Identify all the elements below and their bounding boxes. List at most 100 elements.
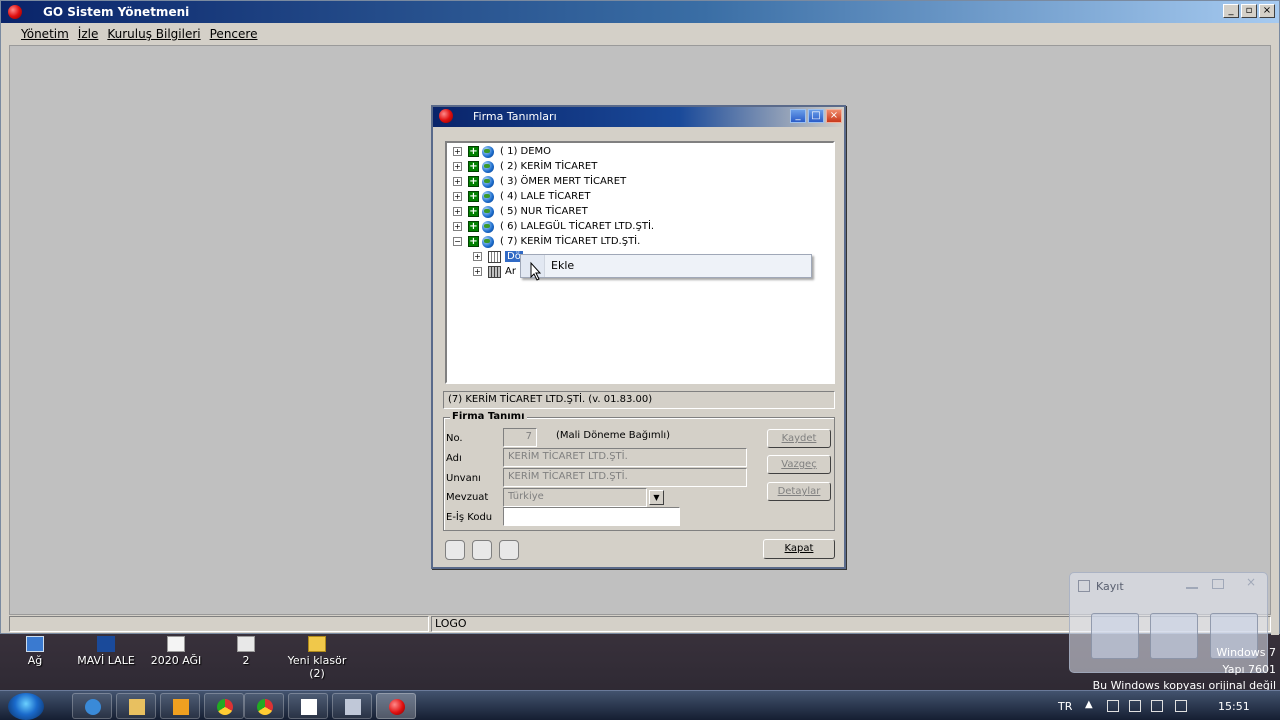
add-icon: + (468, 176, 479, 187)
desktop-icon-2[interactable]: 2 (211, 636, 281, 667)
globe-icon (482, 235, 494, 248)
tree-item-company[interactable]: + + ( 4) LALE TİCARET (453, 189, 591, 204)
restore-icon[interactable]: ▫ (1241, 4, 1257, 18)
detaylar-button[interactable]: Detaylar (767, 482, 831, 501)
eis-kodu-field[interactable] (503, 507, 680, 526)
tree-subitem-label: Ar (505, 266, 516, 277)
stop-button[interactable] (1091, 613, 1139, 659)
tree-item-company[interactable]: + + ( 3) ÖMER MERT TİCARET (453, 174, 626, 189)
globe-icon (482, 205, 494, 218)
close-icon[interactable]: × (826, 109, 842, 123)
network-icon (26, 636, 44, 652)
language-indicator[interactable]: TR (1058, 700, 1072, 713)
desktop-icon-label: MAVİ LALE (77, 654, 135, 667)
menu-izle[interactable]: İzle (78, 25, 99, 43)
minimize-icon[interactable]: _ (1223, 4, 1239, 18)
expand-icon[interactable]: + (453, 192, 462, 201)
taskbar-tools-button[interactable] (332, 693, 372, 719)
expand-icon[interactable]: + (453, 147, 462, 156)
firma-tanimi-group: Firma Tanımı No. 7 (Mali Döneme Bağımlı)… (443, 411, 835, 531)
chrome-icon (257, 699, 273, 715)
tree-item-company[interactable]: + + ( 6) LALEGÜL TİCARET LTD.ŞTİ. (453, 219, 654, 234)
logo-app-icon (389, 699, 405, 715)
start-button[interactable] (8, 693, 44, 720)
internet-explorer-icon (85, 699, 101, 715)
taskbar-chrome-button[interactable] (204, 693, 244, 719)
open-document-icon[interactable] (472, 540, 492, 560)
app-shortcut-icon (97, 636, 115, 652)
desktop-icon-label: 2020 AĞI (150, 654, 202, 667)
tree-item-company[interactable]: − + ( 7) KERİM TİCARET LTD.ŞTİ. (453, 234, 640, 249)
tree-subitem[interactable]: + Ar (473, 264, 516, 279)
speaker-icon[interactable] (1129, 700, 1141, 712)
expand-icon[interactable]: + (453, 162, 462, 171)
clock-time[interactable]: 15:51 (1218, 700, 1250, 713)
recorder-icon (1078, 580, 1090, 592)
adi-label: Adı (446, 453, 462, 464)
taskbar-ie-button[interactable] (72, 693, 112, 719)
tree-item-label: ( 2) KERİM TİCARET (500, 161, 598, 172)
close-icon[interactable]: × (1246, 575, 1256, 589)
tree-item-company[interactable]: + + ( 5) NUR TİCARET (453, 204, 588, 219)
dialog-logo-icon (439, 109, 453, 123)
maximize-icon[interactable] (1212, 579, 1224, 589)
context-menu-ekle[interactable]: Ekle (551, 259, 574, 272)
maximize-icon[interactable]: □ (808, 109, 824, 123)
firma-tanimlari-dialog: Firma Tanımları _ □ × + + ( 1) DEMO + + … (431, 105, 846, 569)
kaydet-button[interactable]: Kaydet (767, 429, 831, 448)
new-document-icon[interactable] (445, 540, 465, 560)
taskbar-app-button[interactable] (288, 693, 328, 719)
chevron-up-icon[interactable]: ▲ (1085, 699, 1097, 711)
expand-icon[interactable]: + (453, 207, 462, 216)
network-icon[interactable] (1175, 700, 1187, 712)
minimize-icon[interactable] (1186, 581, 1198, 589)
taskbar-chrome-2-button[interactable] (244, 693, 284, 719)
tree-subitem[interactable]: + Dö (473, 249, 523, 264)
menu-yonetim[interactable]: Yönetim (21, 25, 69, 43)
expand-icon[interactable]: + (473, 252, 482, 261)
desktop-icon-label: Ağ (27, 654, 43, 667)
taskbar-logo-button[interactable] (376, 693, 416, 719)
tree-item-company[interactable]: + + ( 1) DEMO (453, 144, 551, 159)
add-icon: + (468, 146, 479, 157)
kapat-button[interactable]: Kapat (763, 539, 835, 559)
taskbar-explorer-button[interactable] (116, 693, 156, 719)
unvani-field[interactable]: KERİM TİCARET LTD.ŞTİ. (503, 468, 747, 487)
keyboard-icon[interactable] (1107, 700, 1119, 712)
collapse-icon[interactable]: − (453, 237, 462, 246)
mouse-cursor-icon (530, 261, 542, 281)
globe-icon (482, 145, 494, 158)
media-player-icon (173, 699, 189, 715)
close-icon[interactable]: × (1259, 4, 1275, 18)
chrome-icon (217, 699, 233, 715)
adi-field[interactable]: KERİM TİCARET LTD.ŞTİ. (503, 448, 747, 467)
expand-icon[interactable]: + (473, 267, 482, 276)
desktop-icon-mavi-lale[interactable]: MAVİ LALE (71, 636, 141, 667)
dialog-title-bar[interactable]: Firma Tanımları _ □ × (433, 107, 844, 127)
taskbar-media-button[interactable] (160, 693, 200, 719)
add-icon: + (468, 191, 479, 202)
app-logo-icon (8, 5, 22, 19)
expand-icon[interactable]: + (453, 222, 462, 231)
menu-kurulus-bilgileri[interactable]: Kuruluş Bilgileri (107, 25, 200, 43)
expand-icon[interactable]: + (453, 177, 462, 186)
menu-pencere[interactable]: Pencere (210, 25, 258, 43)
minimize-icon[interactable]: _ (790, 109, 806, 123)
trash-icon[interactable] (499, 540, 519, 560)
tree-item-company[interactable]: + + ( 2) KERİM TİCARET (453, 159, 597, 174)
desktop-icon-yeni-klasor[interactable]: Yeni klasör (2) (281, 636, 353, 680)
no-label: No. (446, 433, 463, 444)
flag-icon[interactable] (1151, 700, 1163, 712)
app-title-bar[interactable]: GO Sistem Yönetmeni _ ▫ × (1, 1, 1279, 23)
desktop-icon-2020-agi[interactable]: 2020 AĞI (141, 636, 211, 667)
app-title: GO Sistem Yönetmeni (43, 5, 190, 19)
pause-button[interactable] (1150, 613, 1198, 659)
mevzuat-select[interactable]: Türkiye (503, 488, 647, 507)
vazgec-button[interactable]: Vazgeç (767, 455, 831, 474)
chevron-down-icon[interactable]: ▼ (649, 490, 664, 505)
add-icon: + (468, 206, 479, 217)
no-field[interactable]: 7 (503, 428, 537, 447)
vertical-scrollbar[interactable] (1271, 23, 1279, 635)
desktop-icon-network[interactable]: Ağ (0, 636, 70, 667)
tree-item-label: ( 6) LALEGÜL TİCARET LTD.ŞTİ. (500, 221, 655, 232)
